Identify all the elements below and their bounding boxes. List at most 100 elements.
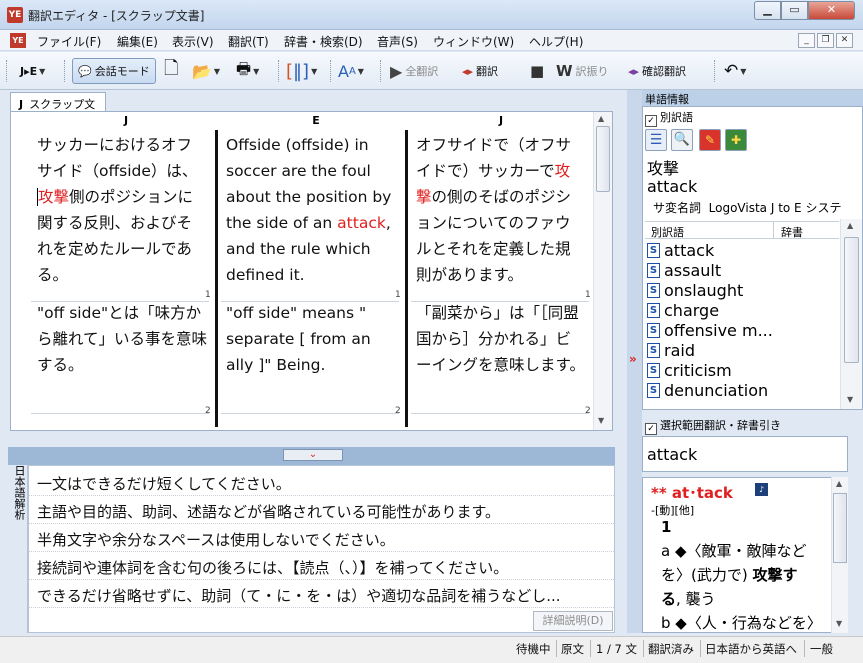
- scrollbar-thumb[interactable]: [844, 237, 859, 363]
- checkbox-icon[interactable]: ✓: [645, 115, 657, 127]
- back-translated-sentence[interactable]: 「副菜から」は「［同盟国から］分かれる」ビーイングを意味します。: [416, 300, 586, 378]
- document-scrollbar[interactable]: ▲ ▼: [593, 112, 612, 430]
- row-number: 1: [585, 290, 591, 300]
- source-sentence[interactable]: サッカーにおけるオフサイド（offside）は、攻撃側のポジションに関する反則、…: [37, 132, 205, 288]
- tab-scrap-document[interactable]: Jスクラップ文書: [10, 92, 106, 127]
- alt-word-item[interactable]: Scriticism: [645, 361, 839, 381]
- alt-word-item[interactable]: Sraid: [645, 341, 839, 361]
- scrollbar-thumb[interactable]: [833, 493, 847, 563]
- part-of-speech: サ変名詞: [653, 201, 702, 215]
- menu-file[interactable]: ファイル(F): [37, 33, 101, 50]
- alt-word-item[interactable]: Sattack: [645, 241, 839, 261]
- menu-dictionary-search[interactable]: 辞書・検索(D): [284, 33, 363, 50]
- layout-columns-icon[interactable]: [‖] ▼: [286, 58, 317, 84]
- side-panel-splitter[interactable]: »: [627, 90, 642, 633]
- sort-list-icon[interactable]: ☰: [645, 129, 667, 151]
- back-translated-sentence[interactable]: オフサイドで（オフサイドで）サッカーで攻撃の側のそばのポジションについてのファウ…: [416, 132, 584, 288]
- scroll-up-icon[interactable]: ▲: [836, 479, 842, 488]
- alt-words-label: 別訳語: [660, 111, 693, 124]
- system-dictionary-icon: S: [647, 243, 660, 258]
- dictionary-lookup-toggle[interactable]: ✓ 選択範囲翻訳・辞書引き: [642, 414, 863, 435]
- direction-dropdown[interactable]: J▸E ▼: [20, 58, 45, 84]
- scroll-down-icon[interactable]: ▼: [847, 395, 853, 404]
- menu-translate[interactable]: 翻訳(T): [228, 33, 269, 50]
- scrollbar-thumb[interactable]: [596, 126, 610, 192]
- detail-explanation-button[interactable]: 詳細説明(D): [533, 611, 613, 631]
- tab-prefix: J: [19, 98, 24, 111]
- analysis-message[interactable]: 一文はできるだけ短くしてください。: [29, 468, 614, 496]
- font-size-icon[interactable]: A A ▼: [338, 58, 364, 84]
- alt-word-item[interactable]: Sonslaught: [645, 281, 839, 301]
- dictionary-query-input[interactable]: attack: [642, 436, 848, 472]
- mdi-minimize-button[interactable]: _: [798, 33, 815, 48]
- menu-edit[interactable]: 編集(E): [117, 33, 158, 50]
- translation-document[interactable]: J E J サッカーにおけるオフサイド（offside）は、攻撃側のポジションに…: [10, 111, 613, 431]
- system-dictionary-icon: S: [647, 343, 660, 358]
- alt-word-item[interactable]: Scharge: [645, 301, 839, 321]
- register-word-icon[interactable]: ✚: [725, 129, 747, 151]
- scroll-down-icon[interactable]: ▼: [836, 619, 842, 628]
- maximize-button[interactable]: ▭: [781, 1, 808, 20]
- translate-button[interactable]: ◂▸ 翻訳: [462, 58, 498, 84]
- dictionary-scrollbar[interactable]: ▲ ▼: [831, 477, 848, 633]
- chat-mode-button[interactable]: 💬 会話モード: [72, 58, 156, 84]
- alt-word-item[interactable]: Sdenunciation: [645, 381, 839, 401]
- mdi-close-button[interactable]: ✕: [836, 33, 853, 48]
- pane-splitter[interactable]: ⌄: [8, 447, 615, 465]
- user-dictionary-icon[interactable]: ✎: [699, 129, 721, 151]
- close-button[interactable]: ✕: [808, 1, 855, 20]
- alt-word-item[interactable]: Soffensive m...: [645, 321, 839, 341]
- translate-arrow-icon: ◂▸: [462, 64, 474, 78]
- menu-view[interactable]: 表示(V): [172, 33, 214, 50]
- system-dictionary-icon: S: [647, 383, 660, 398]
- row-number: 1: [395, 290, 401, 300]
- status-divider: [556, 640, 557, 657]
- menu-help[interactable]: ヘルプ(H): [529, 33, 583, 50]
- translated-sentence[interactable]: "off side" means " separate [ from an al…: [226, 300, 396, 378]
- document-menu-icon[interactable]: YE: [10, 33, 26, 48]
- analysis-message[interactable]: 接続詞や連体詞を含む句の後ろには、【読点（、）】を補ってください。: [29, 552, 614, 580]
- alt-words-toggle[interactable]: ✓ 別訳語: [645, 109, 693, 127]
- row-separator: [31, 413, 209, 414]
- open-folder-icon[interactable]: 📂 ▼: [192, 58, 220, 84]
- collapse-chevron-icon[interactable]: ⌄: [283, 449, 343, 461]
- confirm-translate-button[interactable]: ◂▸ 確認翻訳: [628, 58, 686, 84]
- column-header-source: J: [123, 114, 129, 127]
- mdi-restore-button[interactable]: ❐: [817, 33, 834, 48]
- translated-sentence[interactable]: Offside (offside) in soccer are the foul…: [226, 132, 398, 288]
- confirm-translate-icon: ◂▸: [628, 64, 640, 78]
- scroll-down-icon[interactable]: ▼: [598, 416, 604, 425]
- undo-icon[interactable]: ↶ ▼: [724, 58, 746, 84]
- new-document-icon[interactable]: 🗋: [164, 58, 178, 84]
- list-header-dictionary[interactable]: 辞書: [781, 224, 803, 240]
- print-icon[interactable]: 🖶 ▼: [236, 58, 259, 84]
- analysis-message[interactable]: 主語や目的語、助詞、述語などが省略されている可能性があります。: [29, 496, 614, 524]
- menu-window[interactable]: ウィンドウ(W): [433, 33, 514, 50]
- alt-words-scrollbar[interactable]: ▲ ▼: [840, 219, 862, 409]
- analysis-message[interactable]: 半角文字や余分なスペースは使用しないでください。: [29, 524, 614, 552]
- scroll-up-icon[interactable]: ▲: [598, 114, 604, 123]
- analysis-side-tab[interactable]: 日本語解析: [8, 465, 28, 633]
- confirm-translate-label: 確認翻訳: [642, 65, 687, 78]
- title-bar: YE 翻訳エディタ - [スクラップ文書] ▁ ▭ ✕: [0, 0, 863, 30]
- toolbar-separator: [714, 60, 717, 82]
- distribute-translation-button[interactable]: W 訳振り: [556, 58, 609, 84]
- translate-all-button[interactable]: ▶ 全翻訳: [390, 58, 438, 84]
- source-sentence[interactable]: "off side"とは「味方から離れて」いる事を意味する。: [37, 300, 209, 378]
- minimize-button[interactable]: ▁: [754, 1, 781, 20]
- alt-word-item[interactable]: Sassault: [645, 261, 839, 281]
- list-header-alt-word[interactable]: 別訳語: [651, 224, 684, 240]
- column-divider: [405, 130, 408, 427]
- translated-word: attack: [647, 177, 698, 196]
- expand-arrow-icon[interactable]: »: [629, 352, 637, 366]
- pronunciation-icon[interactable]: ♪: [755, 483, 768, 496]
- stop-icon[interactable]: ■: [530, 58, 544, 84]
- checkbox-icon[interactable]: ✓: [645, 423, 657, 435]
- analysis-message[interactable]: できるだけ省略せずに、助詞（て・に・を・は）や適切な品詞を補うなどし...: [29, 580, 614, 608]
- scroll-up-icon[interactable]: ▲: [847, 221, 853, 230]
- row-number: 1: [205, 290, 211, 300]
- dictionary-lookup-icon[interactable]: 🔍: [671, 129, 693, 151]
- status-divider: [804, 640, 805, 657]
- menu-audio[interactable]: 音声(S): [377, 33, 418, 50]
- toolbar-separator: [330, 60, 333, 82]
